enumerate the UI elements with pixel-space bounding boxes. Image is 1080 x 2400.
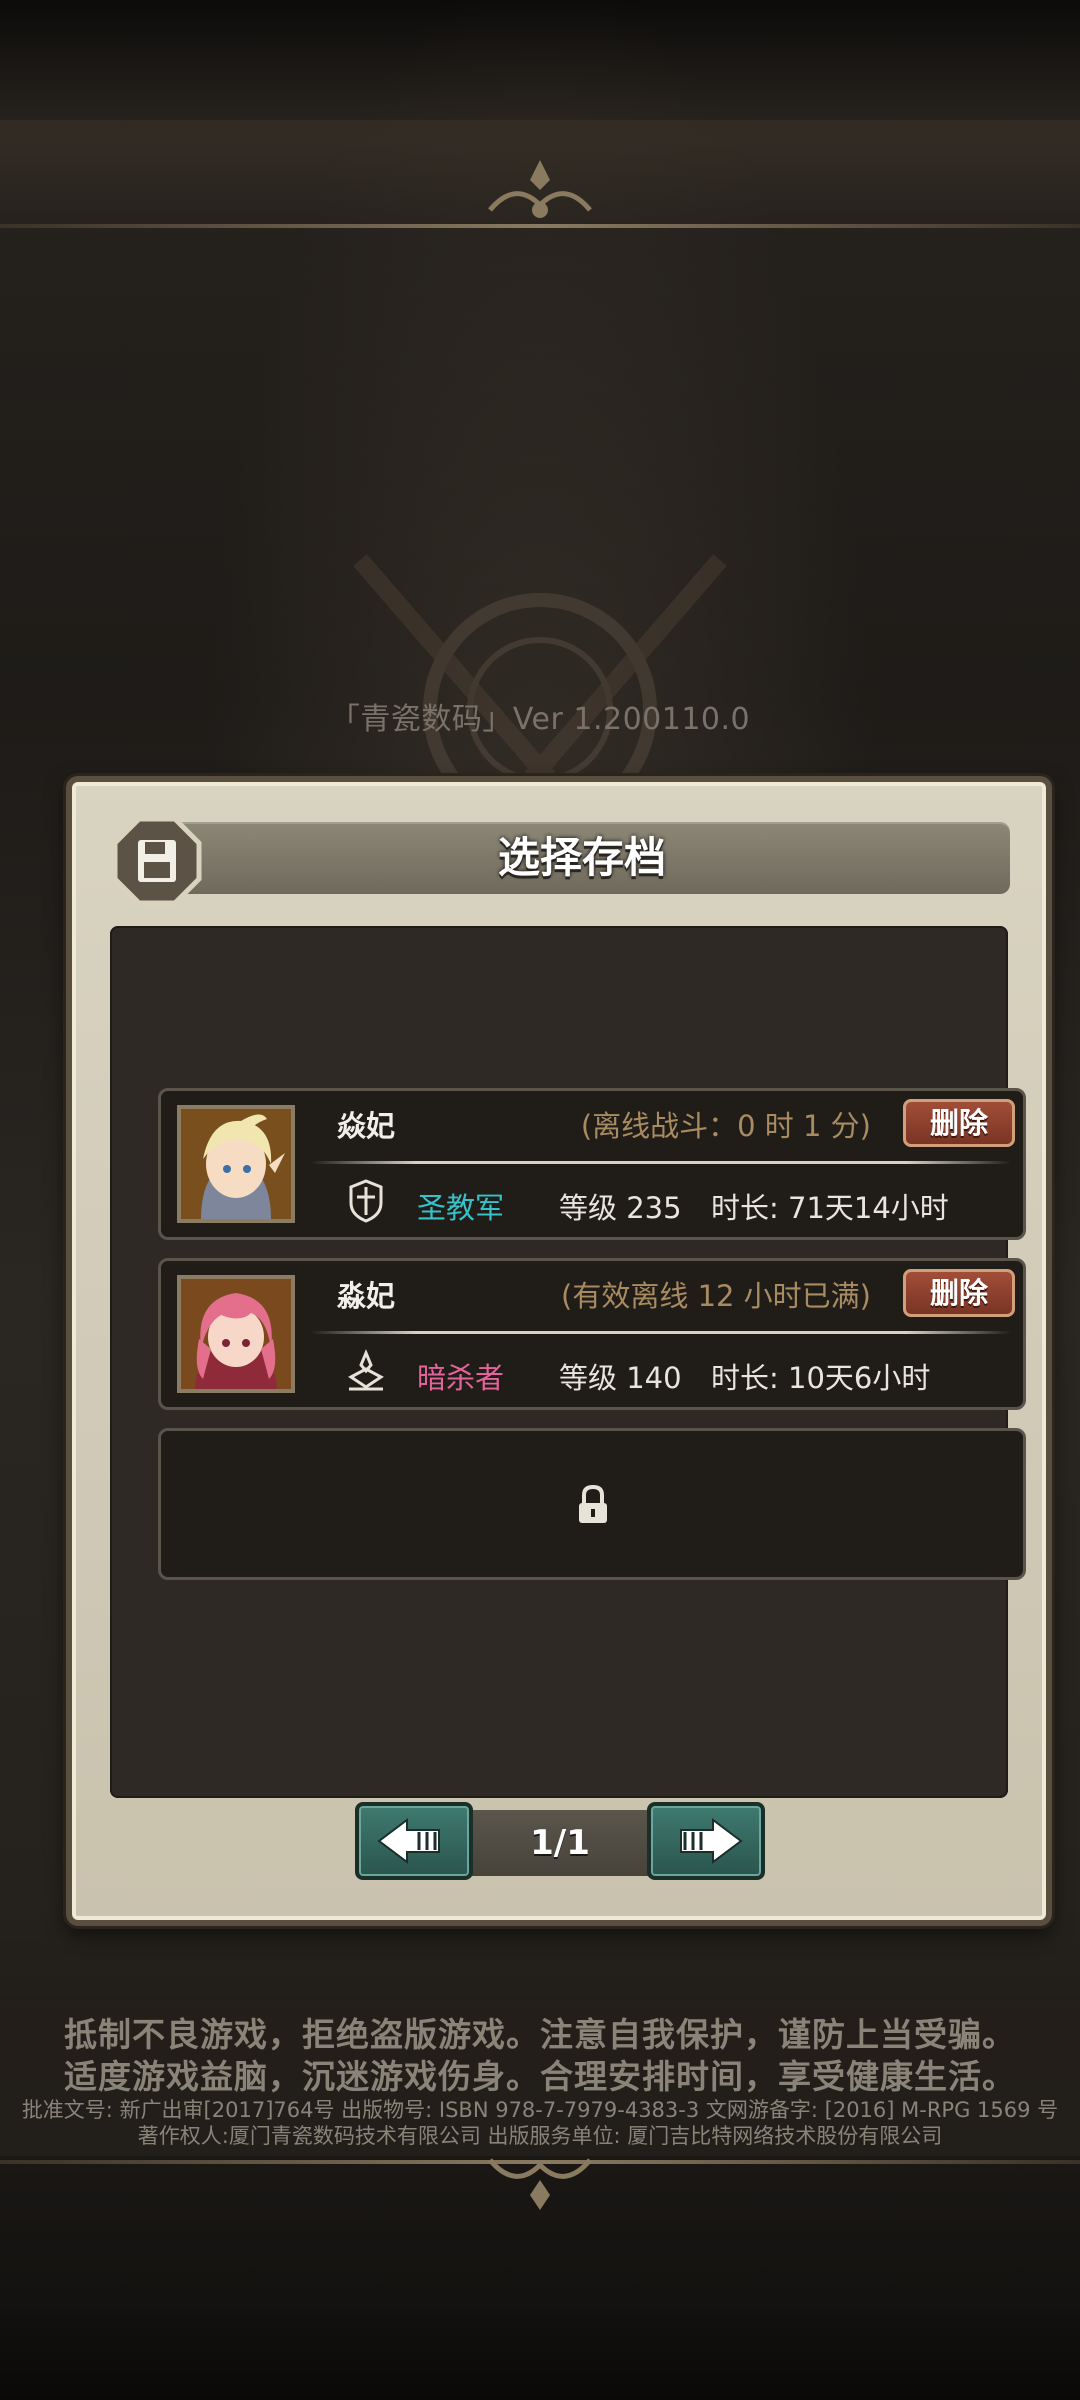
play-time: 时长: 71天14小时 xyxy=(711,1191,949,1225)
character-avatar-1 xyxy=(177,1105,295,1223)
dagger-emblem-icon xyxy=(348,1349,384,1391)
play-time: 时长: 10天6小时 xyxy=(711,1361,931,1395)
right-arrow-icon xyxy=(680,1818,743,1864)
lock-icon xyxy=(579,1484,607,1523)
save-slot-locked[interactable] xyxy=(158,1428,1026,1580)
cross-shield-icon xyxy=(349,1179,383,1223)
character-level: 等级 235 xyxy=(559,1191,682,1225)
save-slot-1[interactable]: 焱妃 (离线战斗：0 时 1 分) 删除 圣教军 等级 235 时长: 71天1… xyxy=(158,1088,1026,1240)
dialog-title: 选择存档 xyxy=(497,833,666,882)
crossed-swords-emblem-icon xyxy=(353,554,727,800)
character-name: 焱妃 xyxy=(337,1109,396,1143)
save-slot-2[interactable]: 淼妃 (有效离线 12 小时已满) 删除 暗杀者 等级 140 时长: 10天6… xyxy=(158,1258,1026,1410)
save-slot-list: 焱妃 (离线战斗：0 时 1 分) 删除 圣教军 等级 235 时长: 71天1… xyxy=(110,926,1026,1798)
save-disk-icon xyxy=(112,816,202,906)
slot-divider xyxy=(311,1331,1011,1334)
character-name: 淼妃 xyxy=(337,1279,396,1313)
select-save-dialog: 选择存档 焱妃 (离线战斗：0 时 1 分) 删除 圣教军 等级 235 时长:… xyxy=(66,776,1052,1926)
pagination: 1/1 xyxy=(355,1802,765,1882)
character-level: 等级 140 xyxy=(559,1361,682,1395)
class-name: 暗杀者 xyxy=(417,1361,505,1395)
top-ornament-icon xyxy=(488,160,592,218)
delete-save-button[interactable]: 删除 xyxy=(903,1099,1015,1147)
offline-status: (有效离线 12 小时已满) xyxy=(561,1279,871,1313)
delete-save-button[interactable]: 删除 xyxy=(903,1269,1015,1317)
character-avatar-2 xyxy=(177,1275,295,1393)
offline-status: (离线战斗：0 时 1 分) xyxy=(580,1109,871,1143)
slot-divider xyxy=(311,1161,1011,1164)
dialog-title-bar: 选择存档 xyxy=(154,822,1010,894)
prev-page-button[interactable] xyxy=(355,1802,473,1880)
next-page-button[interactable] xyxy=(647,1802,765,1880)
version-label: 「青瓷数码」Ver 1.200110.0 xyxy=(329,702,751,737)
class-name: 圣教军 xyxy=(417,1191,505,1225)
left-arrow-icon xyxy=(377,1818,440,1864)
bottom-ornament-icon xyxy=(488,2158,592,2210)
health-notice-line-2: 适度游戏益脑，沉迷游戏伤身。合理安排时间，享受健康生活。 xyxy=(64,2057,1016,2096)
health-notice-line-1: 抵制不良游戏，拒绝盗版游戏。注意自我保护，谨防上当受骗。 xyxy=(64,2015,1016,2054)
